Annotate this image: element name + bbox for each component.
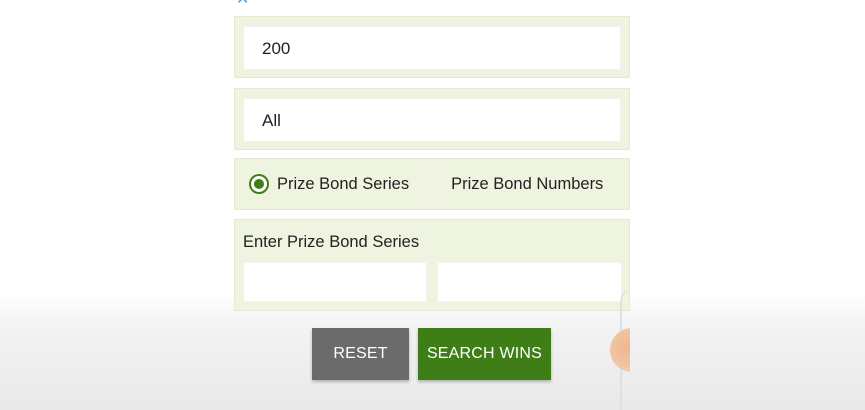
draw-panel: All — [234, 88, 630, 150]
radio-option-numbers[interactable]: Prize Bond Numbers — [423, 174, 603, 194]
series-from-input[interactable] — [243, 262, 427, 302]
search-mode-radio-group: Prize Bond Series Prize Bond Numbers — [249, 174, 617, 194]
search-mode-panel: Prize Bond Series Prize Bond Numbers — [234, 158, 630, 210]
radio-label-numbers: Prize Bond Numbers — [451, 174, 604, 193]
radio-unselected-icon[interactable] — [423, 174, 444, 194]
radio-selected-icon[interactable] — [249, 174, 269, 194]
floating-action-button[interactable] — [610, 328, 630, 372]
series-panel: Enter Prize Bond Series — [234, 219, 630, 311]
denomination-panel: 200 — [234, 16, 630, 78]
close-icon[interactable]: ✕ — [236, 0, 249, 8]
fab-circle-icon — [610, 328, 630, 372]
draw-select[interactable]: All — [243, 98, 621, 142]
radio-label-series: Prize Bond Series — [277, 174, 410, 193]
series-to-input[interactable] — [437, 262, 622, 302]
series-label: Enter Prize Bond Series — [243, 233, 420, 251]
reset-button[interactable]: RESET — [312, 328, 409, 380]
search-wins-button[interactable]: SEARCH WINS — [418, 328, 551, 380]
radio-option-series[interactable]: Prize Bond Series — [249, 174, 409, 194]
denomination-select[interactable]: 200 — [243, 26, 621, 70]
